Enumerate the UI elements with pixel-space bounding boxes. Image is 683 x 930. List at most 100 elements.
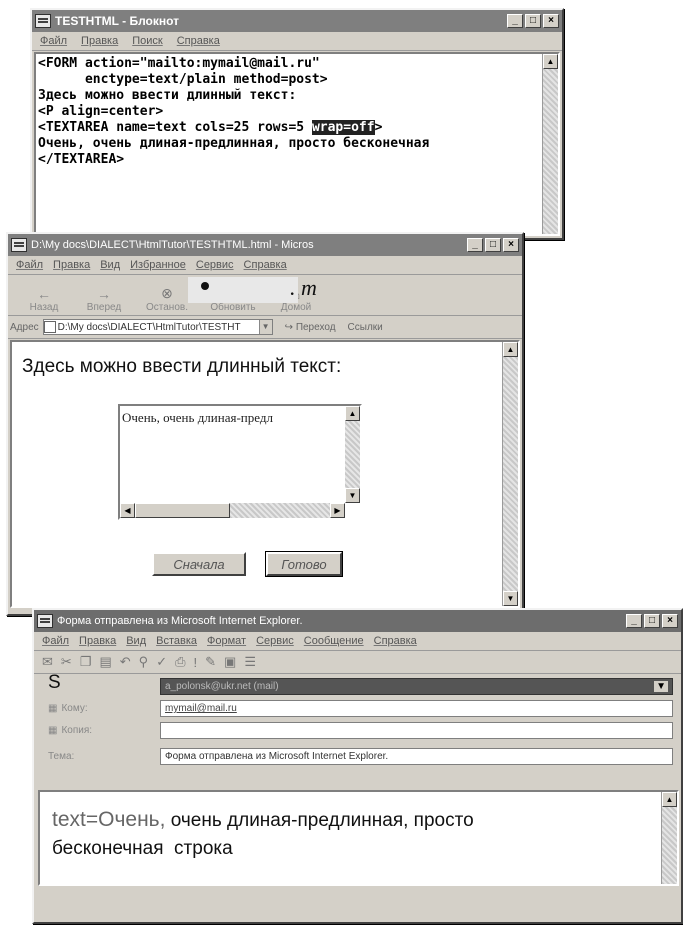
go-button[interactable]: ↪ Переход [285,322,336,333]
menu-edit[interactable]: Правка [53,259,90,271]
menu-view[interactable]: Вид [100,259,120,271]
code-line: Очень, очень длиная-предлинная, просто б… [38,136,430,151]
links-button[interactable]: Ссылки [348,322,383,333]
hscroll-thumb[interactable] [135,503,230,518]
from-value: a_polonsk@ukr.net (mail) [165,681,279,692]
forward-button[interactable]: → Вперед [74,275,134,313]
to-field[interactable]: mymail@mail.ru [160,700,673,717]
submit-button[interactable]: Готово [265,551,343,577]
scroll-up-icon[interactable]: ▲ [543,54,558,69]
message-body[interactable]: text=Очень, очень длиная-предлинная, про… [38,790,679,886]
from-select[interactable]: a_polonsk@ukr.net (mail) ▼ [160,678,673,695]
email-window: Форма отправлена из Microsoft Internet E… [32,608,683,924]
maximize-icon[interactable]: □ [644,614,660,628]
back-button[interactable]: ← Назад [14,275,74,313]
textarea[interactable]: Очень, очень длиная-предл ▲ ▼ ◀ ▶ [118,404,362,520]
chevron-down-icon[interactable]: ▼ [258,320,272,334]
address-field[interactable]: D:\My docs\DIALECT\HtmlTutor\TESTHT ▼ [42,319,273,335]
email-titlebar[interactable]: Форма отправлена из Microsoft Internet E… [34,610,681,632]
subject-field[interactable]: Форма отправлена из Microsoft Internet E… [160,748,673,765]
reset-button[interactable]: Сначала [152,552,246,576]
body-line-1: text=Очень, очень длиная-предлинная, про… [52,808,474,832]
scroll-right-icon[interactable]: ▶ [330,503,345,518]
close-icon[interactable]: × [662,614,678,628]
code-line: <FORM action="mailto:mymail@mail.ru" [38,56,320,71]
undo-icon[interactable]: ↶ [120,654,131,670]
scroll-up-icon[interactable]: ▲ [503,342,518,357]
browser-toolbar: ←Назад →Вперед ⊗Останов. ⟳Обновить ⌂Домо… [8,275,522,316]
notepad-menubar: Файл Правка Поиск Справка [32,32,562,51]
email-title: Форма отправлена из Microsoft Internet E… [57,615,303,627]
to-row: ▦ Кому: mymail@mail.ru [48,700,673,717]
scroll-left-icon[interactable]: ◀ [120,503,135,518]
menu-tools[interactable]: Сервис [256,635,294,647]
menu-insert[interactable]: Вставка [156,635,197,647]
menu-search[interactable]: Поиск [132,35,162,47]
textarea-hscroll[interactable]: ◀ ▶ [120,503,345,518]
cut-icon[interactable]: ✂ [61,654,72,670]
menu-edit[interactable]: Правка [79,635,116,647]
body-scrollbar[interactable]: ▲ [661,792,677,884]
menu-tools[interactable]: Сервис [196,259,234,271]
copy-icon[interactable]: ❐ [80,654,92,670]
sign-icon[interactable]: ✎ [205,654,216,670]
send-icon[interactable]: ✉ [42,654,53,670]
cc-field[interactable] [160,722,673,739]
address-book-icon[interactable]: ▦ [48,725,57,736]
minimize-icon[interactable]: _ [626,614,642,628]
subject-row: Тема: Форма отправлена из Microsoft Inte… [48,748,673,765]
refresh-label: Обновить [210,302,256,313]
menu-help[interactable]: Справка [177,35,220,47]
close-icon[interactable]: × [503,238,519,252]
hscroll-track [230,503,330,518]
menu-message[interactable]: Сообщение [304,635,364,647]
browser-scrollbar[interactable]: ▲ ▼ [502,342,518,606]
address-label: Адрес [10,321,39,333]
encrypt-icon[interactable]: ▣ [224,654,236,670]
menu-edit[interactable]: Правка [81,35,118,47]
menu-file[interactable]: Файл [16,259,43,271]
address-value: D:\My docs\DIALECT\HtmlTutor\TESTHT [57,321,241,333]
textarea-vscroll[interactable]: ▲ ▼ [345,406,360,503]
body-line-2: бесконечная строка [52,838,233,859]
overlay-patch [188,277,298,303]
textarea-value: Очень, очень длиная-предл [122,410,273,425]
notepad-editor[interactable]: <FORM action="mailto:mymail@mail.ru" enc… [34,52,560,236]
code-line-textarea: <TEXTAREA name=text cols=25 rows=5 wrap=… [38,120,558,136]
paste-icon[interactable]: ▤ [99,654,111,670]
stop-icon: ⊗ [161,285,173,301]
forward-arrow-icon: → [97,286,111,302]
code-line: </TEXTAREA> [38,152,125,167]
notepad-window: TESTHTML - Блокнот _ □ × Файл Правка Пои… [30,8,564,240]
scroll-down-icon[interactable]: ▼ [503,591,518,606]
menu-file[interactable]: Файл [40,35,67,47]
attach-icon[interactable]: ⎙ [175,654,185,670]
notepad-scrollbar[interactable]: ▲ [542,54,558,234]
scroll-down-icon[interactable]: ▼ [345,488,360,503]
offline-icon[interactable]: ☰ [244,654,256,670]
menu-file[interactable]: Файл [42,635,69,647]
chevron-down-icon[interactable]: ▼ [654,681,668,692]
subject-label: Тема: [48,751,75,762]
minimize-icon[interactable]: _ [467,238,483,252]
menu-view[interactable]: Вид [126,635,146,647]
menu-favorites[interactable]: Избранное [130,259,186,271]
spelling-icon[interactable]: ✓ [156,654,167,670]
scroll-up-icon[interactable]: ▲ [662,792,677,807]
menu-help[interactable]: Справка [244,259,287,271]
address-book-icon[interactable]: ▦ [48,703,57,714]
menu-format[interactable]: Формат [207,635,246,647]
browser-titlebar[interactable]: D:\My docs\DIALECT\HtmlTutor\TESTHTML.ht… [8,234,522,256]
menu-help[interactable]: Справка [374,635,417,647]
minimize-icon[interactable]: _ [507,14,523,28]
close-icon[interactable]: × [543,14,559,28]
home-label: Домой [280,302,312,313]
maximize-icon[interactable]: □ [525,14,541,28]
priority-icon[interactable]: ! [194,655,198,670]
body-prefix: text=Очень, [52,808,166,831]
code-line: Здесь можно ввести длинный текст: [38,88,297,103]
maximize-icon[interactable]: □ [485,238,501,252]
scroll-up-icon[interactable]: ▲ [345,406,360,421]
check-names-icon[interactable]: ⚲ [139,654,149,670]
notepad-titlebar[interactable]: TESTHTML - Блокнот _ □ × [32,10,562,32]
